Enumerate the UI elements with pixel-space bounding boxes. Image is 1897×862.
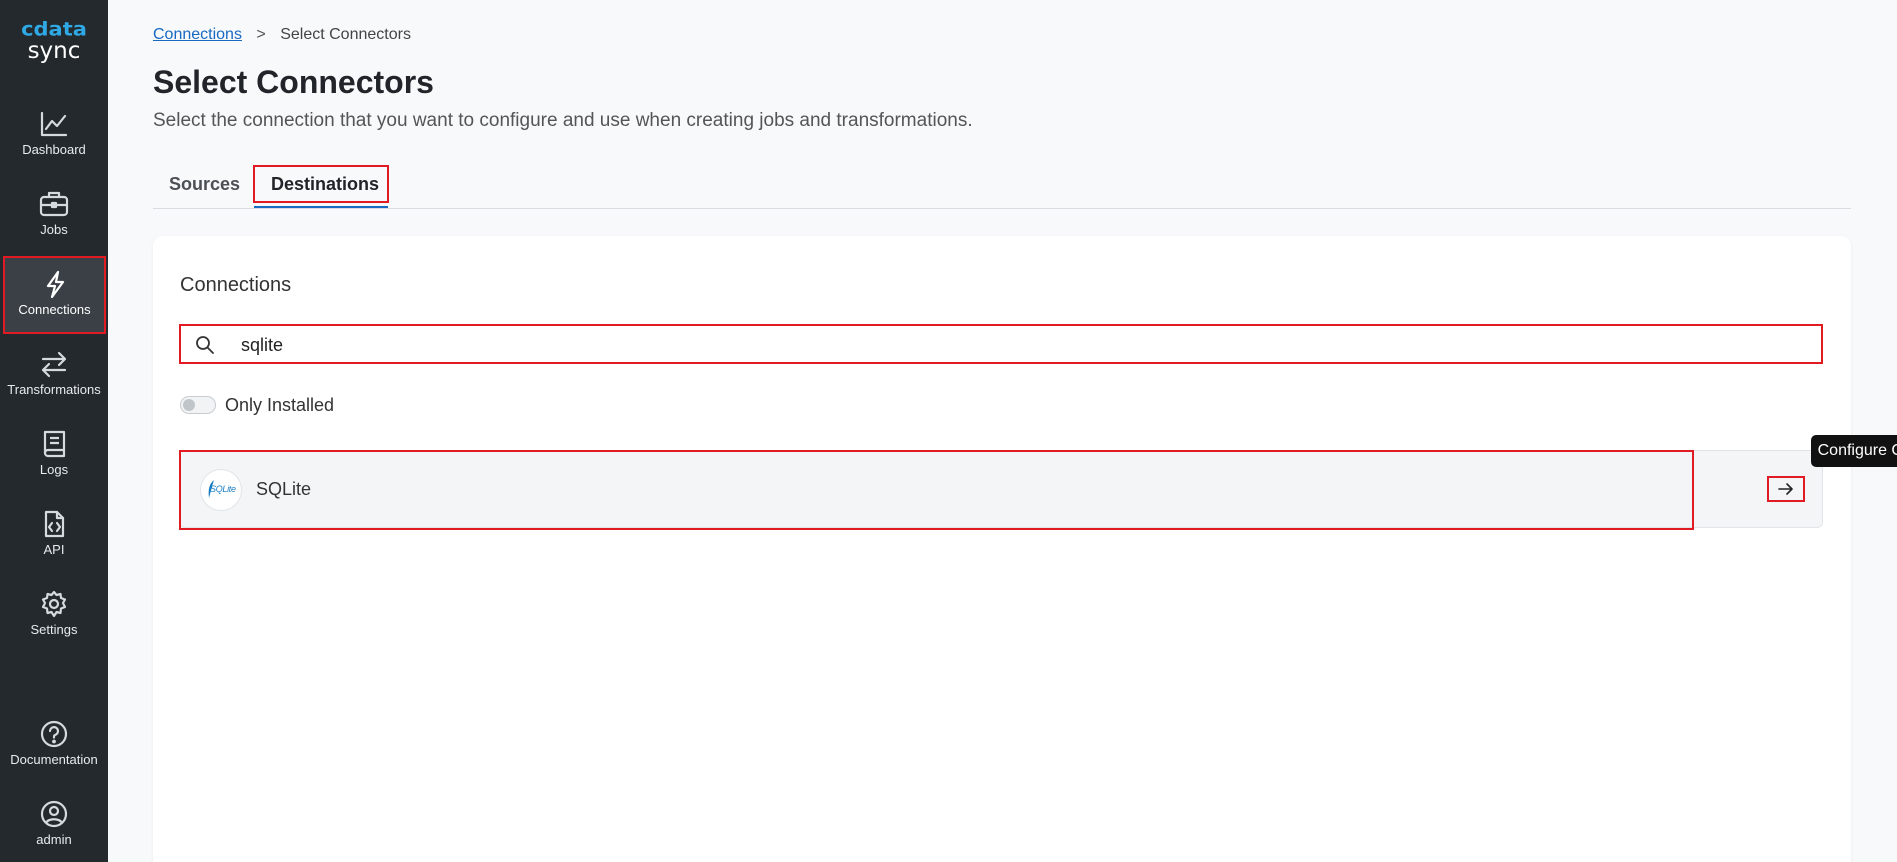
page-title: Select Connectors: [153, 64, 434, 100]
sidebar-item-label: Documentation: [10, 752, 98, 767]
connector-item-sqlite[interactable]: [179, 450, 1694, 530]
sidebar-item-label: Jobs: [40, 222, 68, 237]
lightning-bolt-icon: [46, 270, 64, 298]
sidebar-item-label: Dashboard: [22, 142, 86, 157]
sidebar-item-label: API: [43, 542, 65, 557]
breadcrumb-separator: >: [256, 26, 266, 43]
sidebar-item-admin[interactable]: admin: [0, 788, 108, 862]
search-icon: [196, 336, 214, 354]
sidebar-item-logs[interactable]: Logs: [0, 418, 108, 496]
sidebar-item-label: Settings: [30, 622, 78, 637]
sidebar-item-settings[interactable]: Settings: [0, 578, 108, 656]
sidebar-item-connections[interactable]: Connections: [3, 256, 106, 334]
help-circle-icon: [40, 720, 68, 748]
sidebar-item-dashboard[interactable]: Dashboard: [0, 98, 108, 176]
swap-arrows-icon: [41, 351, 67, 378]
briefcase-icon: [39, 191, 69, 217]
sidebar-item-api[interactable]: API: [0, 498, 108, 576]
main-content: Connections > Select Connectors Select C…: [108, 0, 1897, 862]
breadcrumb-link-connections[interactable]: Connections: [153, 26, 242, 43]
search-box[interactable]: [179, 324, 1823, 364]
configure-connection-button[interactable]: [1767, 476, 1805, 502]
breadcrumb: Connections > Select Connectors: [153, 26, 411, 44]
active-tab-indicator: [254, 206, 388, 208]
search-input[interactable]: [239, 331, 1803, 359]
app-logo[interactable]: cdata sync: [0, 18, 108, 64]
book-icon: [43, 430, 66, 458]
page-subtitle: Select the connection that you want to c…: [153, 110, 973, 131]
tab-sources[interactable]: Sources: [153, 165, 253, 203]
arrow-right-icon: [1778, 483, 1793, 495]
logo-brand: cdata: [21, 18, 87, 40]
app-window: cdata sync Dashboard Jobs Connections Tr…: [0, 0, 1897, 862]
logo-product: sync: [27, 38, 81, 64]
code-file-icon: [44, 510, 65, 538]
tooltip: Configure Connection: [1811, 435, 1897, 467]
gear-icon: [41, 590, 67, 618]
line-chart-icon: [40, 111, 68, 137]
sidebar-item-label: Transformations: [7, 382, 101, 397]
sidebar-item-jobs[interactable]: Jobs: [0, 178, 108, 256]
toggle-knob: [183, 399, 195, 411]
only-installed-toggle[interactable]: [180, 396, 216, 414]
toggle-label: Only Installed: [225, 395, 335, 415]
sidebar-item-transformations[interactable]: Transformations: [0, 338, 108, 416]
breadcrumb-current: Select Connectors: [280, 26, 411, 43]
sidebar-item-label: Logs: [39, 462, 69, 477]
sidebar: cdata sync Dashboard Jobs Connections Tr…: [0, 0, 108, 862]
sidebar-item-label: Connections: [18, 302, 91, 317]
connections-card: Connections Only Installed SQLite: [153, 236, 1851, 862]
tab-destinations[interactable]: Destinations: [253, 165, 389, 203]
sidebar-item-label: admin: [36, 832, 72, 847]
user-circle-icon: [40, 800, 68, 828]
sidebar-item-documentation[interactable]: Documentation: [0, 708, 108, 786]
card-title: Connections: [180, 274, 292, 296]
connector-tabs: Sources Destinations: [153, 162, 1851, 209]
